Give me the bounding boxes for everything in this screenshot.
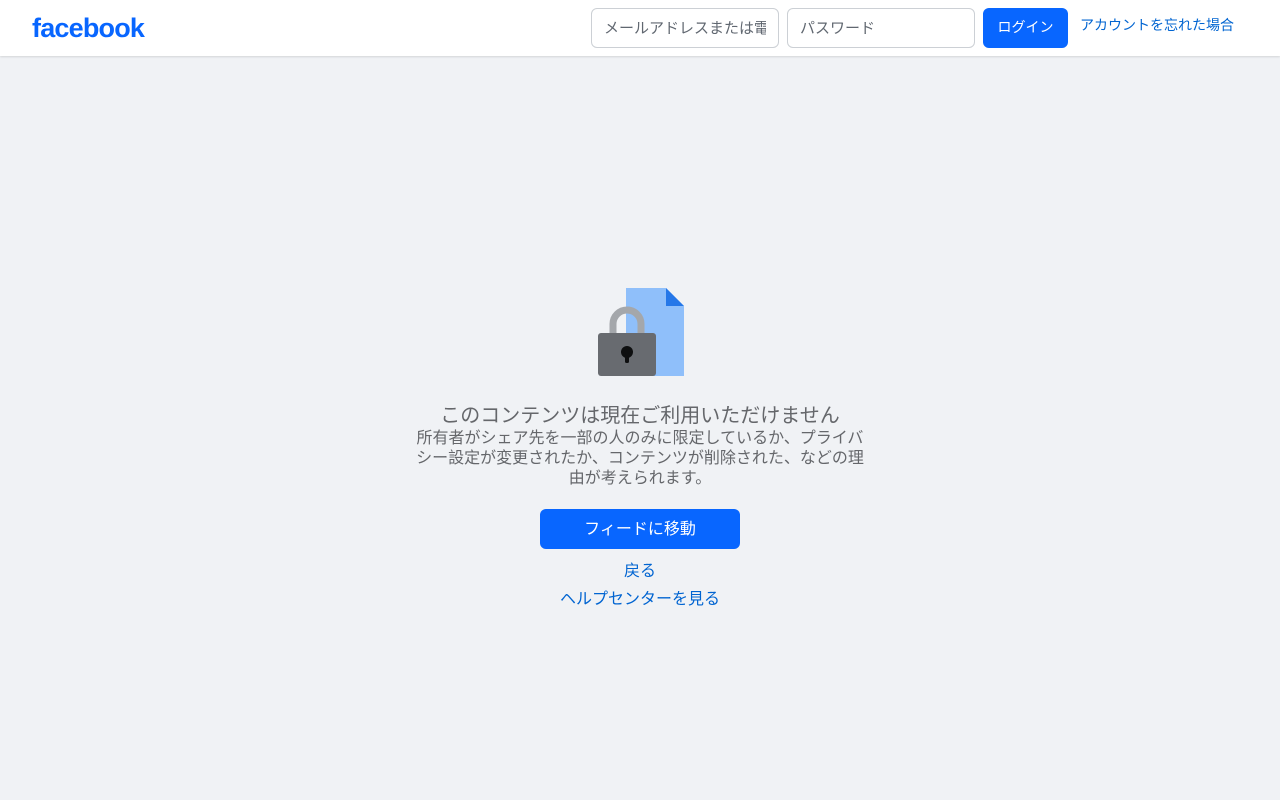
forgot-account-link[interactable]: アカウントを忘れた場合 — [1080, 16, 1234, 36]
go-to-feed-button[interactable]: フィードに移動 — [540, 509, 740, 549]
content-unavailable-panel: このコンテンツは現在ご利用いただけません 所有者がシェア先を一部の人のみに限定し… — [390, 286, 890, 613]
page-title: このコンテンツは現在ご利用いただけません — [440, 403, 840, 427]
help-center-link[interactable]: ヘルプセンターを見る — [390, 585, 890, 613]
page-description: 所有者がシェア先を一部の人のみに限定しているか、プライバシー設定が変更されたか、… — [416, 428, 864, 487]
login-button[interactable]: ログイン — [983, 8, 1068, 48]
password-field[interactable] — [787, 8, 975, 48]
locked-document-icon — [598, 288, 684, 376]
back-link[interactable]: 戻る — [390, 557, 890, 585]
email-field[interactable] — [591, 8, 779, 48]
top-bar: facebook ログイン アカウントを忘れた場合 — [0, 0, 1280, 56]
facebook-logo[interactable]: facebook — [32, 11, 145, 45]
